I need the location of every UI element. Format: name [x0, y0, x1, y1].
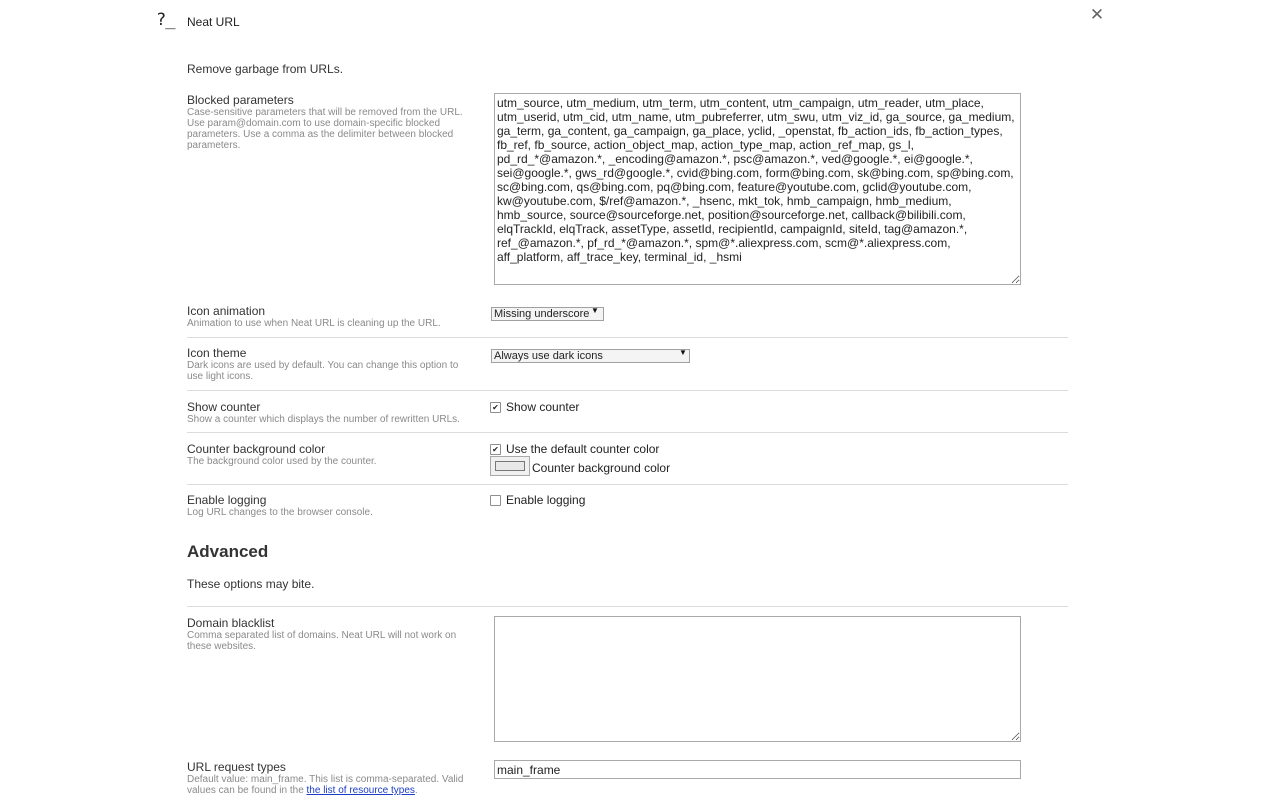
- default-counter-color-checkbox-label: Use the default counter color: [506, 442, 660, 456]
- url-request-types-description-end: .: [414, 785, 418, 796]
- counter-background-description: The background color used by the counter…: [187, 456, 377, 467]
- domain-blacklist-label: Domain blacklist: [187, 616, 275, 630]
- blocked-parameters-textarea[interactable]: utm_source, utm_medium, utm_term, utm_co…: [494, 93, 1021, 285]
- icon-animation-row: Icon animation Animation to use when Nea…: [187, 303, 1068, 337]
- extension-title: Neat URL: [187, 15, 240, 29]
- counter-background-label: Counter background color: [187, 442, 326, 456]
- blocked-parameters-label: Blocked parameters: [187, 93, 294, 107]
- url-request-types-label: URL request types: [187, 760, 286, 774]
- counter-color-picker-label: Counter background color: [532, 461, 671, 475]
- advanced-subtitle: These options may bite.: [187, 577, 315, 591]
- blocked-parameters-row: Blocked parameters Case-sensitive parame…: [187, 92, 1068, 292]
- header: ?_ Neat URL ✕: [0, 0, 1280, 48]
- show-counter-checkbox[interactable]: ✔: [490, 401, 501, 413]
- icon-animation-label: Icon animation: [187, 304, 266, 318]
- counter-color-swatch: [495, 461, 525, 471]
- default-counter-color-checkbox[interactable]: ✔: [490, 443, 501, 455]
- show-counter-checkbox-line[interactable]: ✔ Show counter: [490, 400, 579, 414]
- blocked-parameters-description: Case-sensitive parameters that will be r…: [187, 107, 463, 151]
- url-request-types-row: URL request types Default value: main_fr…: [187, 759, 1068, 800]
- enable-logging-row: Enable logging Log URL changes to the br…: [187, 484, 1068, 531]
- intro-text: Remove garbage from URLs.: [187, 62, 344, 76]
- enable-logging-checkbox-label: Enable logging: [506, 493, 586, 507]
- show-counter-row: Show counter Show a counter which displa…: [187, 390, 1068, 433]
- domain-blacklist-row: Domain blacklist Comma separated list of…: [187, 606, 1068, 755]
- url-request-types-input[interactable]: [494, 760, 1021, 779]
- advanced-heading: Advanced: [187, 542, 269, 561]
- enable-logging-checkbox-line[interactable]: Enable logging: [490, 493, 585, 507]
- icon-theme-label: Icon theme: [187, 346, 247, 360]
- counter-background-row: Counter background color The background …: [187, 432, 1068, 485]
- domain-blacklist-description: Comma separated list of domains. Neat UR…: [187, 630, 457, 652]
- counter-color-picker[interactable]: [490, 456, 530, 476]
- icon-animation-select-wrap: Missing underscore ▼: [491, 304, 604, 322]
- show-counter-checkbox-label: Show counter: [506, 400, 580, 414]
- icon-theme-description: Dark icons are used by default. You can …: [187, 360, 459, 382]
- close-button[interactable]: ✕: [1087, 5, 1107, 25]
- show-counter-description: Show a counter which displays the number…: [187, 414, 460, 425]
- icon-animation-select[interactable]: Missing underscore: [491, 307, 604, 321]
- icon-theme-select[interactable]: Always use dark icons: [491, 349, 690, 363]
- domain-blacklist-textarea[interactable]: [494, 616, 1021, 742]
- icon-theme-select-wrap: Always use dark icons ▼: [491, 346, 690, 364]
- neat-url-logo-icon: ?_: [156, 10, 176, 30]
- show-counter-label: Show counter: [187, 400, 261, 414]
- enable-logging-checkbox[interactable]: [490, 494, 501, 506]
- url-request-types-description: Default value: main_frame. This list is …: [187, 774, 472, 796]
- default-counter-color-checkbox-line[interactable]: ✔ Use the default counter color: [490, 442, 659, 456]
- icon-theme-row: Icon theme Dark icons are used by defaul…: [187, 337, 1068, 390]
- icon-animation-description: Animation to use when Neat URL is cleani…: [187, 318, 441, 329]
- enable-logging-description: Log URL changes to the browser console.: [187, 507, 373, 518]
- enable-logging-label: Enable logging: [187, 493, 267, 507]
- resource-types-link[interactable]: the list of resource types: [307, 785, 415, 796]
